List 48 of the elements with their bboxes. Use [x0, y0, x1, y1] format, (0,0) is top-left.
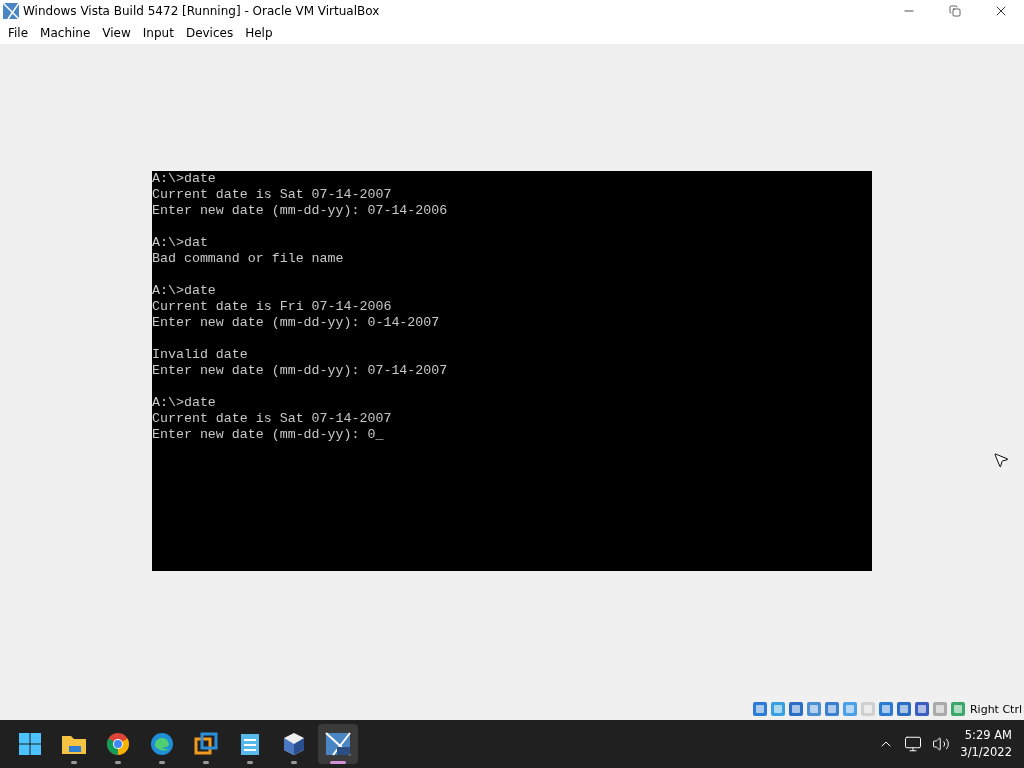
console-line: A:\>date [152, 171, 217, 187]
menu-item[interactable]: Help [239, 26, 279, 40]
console-line: Current date is Sat 07-14-2007 [152, 187, 393, 203]
clock-time: 5:29 AM [964, 727, 1012, 744]
device-status-icon[interactable] [769, 701, 786, 717]
device-status-icon[interactable] [751, 701, 768, 717]
menu-item[interactable]: File [2, 26, 35, 40]
restore-icon[interactable] [949, 5, 961, 17]
browser-icon [106, 732, 130, 756]
device-status-icon[interactable] [877, 701, 894, 717]
volume-icon[interactable] [932, 735, 951, 753]
console-line: A:\>dat [152, 235, 209, 251]
mouse-pointer-icon [992, 451, 1010, 469]
device-status-icon[interactable] [895, 701, 912, 717]
browser-wave-icon [150, 732, 174, 756]
console-line: Bad command or file name [152, 251, 345, 267]
device-status-icon[interactable] [949, 701, 966, 717]
console-line: Current date is Sat 07-14-2007 [152, 411, 393, 427]
network-icon[interactable] [904, 735, 923, 753]
notepad-icon [240, 732, 260, 756]
windows-logo-icon [18, 732, 42, 756]
menu-item[interactable]: View [96, 26, 137, 40]
window-title: Windows Vista Build 5472 [Running] - Oracle VM VirtualBox [23, 4, 381, 18]
overlapping-squares-icon [194, 732, 218, 756]
console-line: Current date is Fri 07-14-2006 [152, 299, 393, 315]
cube-icon [283, 732, 305, 756]
device-status-icon[interactable] [805, 701, 822, 717]
clock-date: 3/1/2022 [960, 744, 1012, 761]
folder-icon [61, 733, 87, 755]
console-line: Enter new date (mm-dd-yy): 0-14-2007 [152, 315, 441, 331]
console-line: A:\>date [152, 283, 217, 299]
console-line: Invalid date [152, 347, 249, 363]
vm-window-icon [325, 732, 351, 756]
device-status-icon[interactable] [913, 701, 930, 717]
device-status-icon[interactable] [787, 701, 804, 717]
console-line: A:\>date [152, 395, 217, 411]
host-key-label: Right Ctrl [969, 702, 1022, 716]
vm-screen[interactable] [152, 171, 872, 571]
console-line: Enter new date (mm-dd-yy): 07-14-2006 [152, 203, 449, 219]
device-status-icon[interactable] [823, 701, 840, 717]
taskbar-app[interactable] [318, 724, 358, 764]
menu-item[interactable]: Input [136, 26, 180, 40]
console-line: Enter new date (mm-dd-yy): 0_ [152, 427, 385, 443]
menu-item[interactable]: Machine [34, 26, 97, 40]
app-logo-icon [3, 3, 19, 19]
menu-item[interactable]: Devices [179, 26, 240, 40]
device-status-icon[interactable] [841, 701, 858, 717]
console-line: Enter new date (mm-dd-yy): 07-14-2007 [152, 363, 449, 379]
